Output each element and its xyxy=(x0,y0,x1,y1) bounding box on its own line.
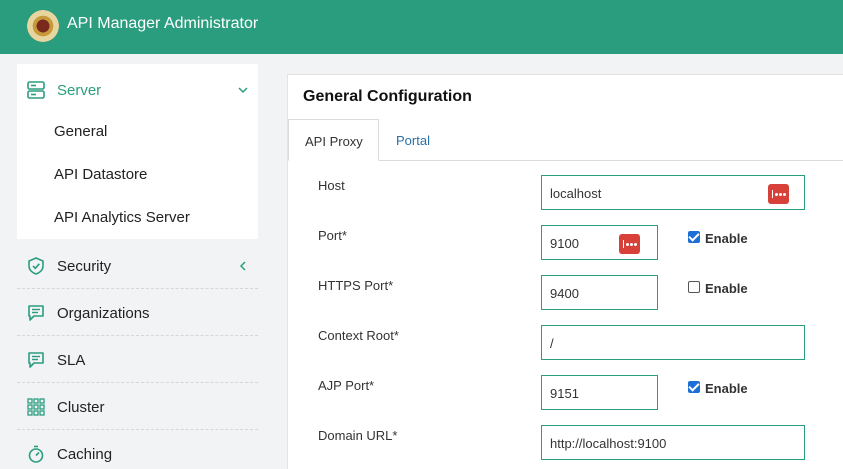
context-root-value: / xyxy=(550,336,554,351)
sidebar-item-label: Organizations xyxy=(57,305,150,322)
sidebar-subitem-api-analytics-server[interactable]: API Analytics Server xyxy=(54,209,190,226)
https-port-input[interactable]: 9400 xyxy=(541,275,658,310)
ajp-port-enable-checkbox[interactable] xyxy=(688,381,700,393)
password-manager-icon[interactable] xyxy=(768,184,789,204)
context-root-input[interactable]: / xyxy=(541,325,805,360)
context-root-label: Context Root* xyxy=(318,328,399,343)
port-value: 9100 xyxy=(550,236,579,251)
https-port-label: HTTPS Port* xyxy=(318,278,394,293)
domain-url-input[interactable]: http://localhost:9100 xyxy=(541,425,805,460)
tab-api-proxy[interactable]: API Proxy xyxy=(288,119,379,161)
port-enable-label: Enable xyxy=(705,231,748,246)
sidebar-item-label: Cluster xyxy=(57,399,105,416)
stopwatch-icon xyxy=(28,445,44,463)
state-seal-logo xyxy=(27,10,59,42)
tab-label: API Proxy xyxy=(305,134,363,149)
sidebar-item-label: Caching xyxy=(57,446,113,463)
https-port-enable-checkbox[interactable] xyxy=(688,281,700,293)
sidebar-item-cluster[interactable]: Cluster xyxy=(17,383,258,430)
domain-url-value: http://localhost:9100 xyxy=(550,436,667,451)
ajp-port-input[interactable]: 9151 xyxy=(541,375,658,410)
chat-icon xyxy=(28,305,44,321)
host-value: localhost xyxy=(550,186,602,201)
grid-icon xyxy=(27,398,45,416)
ajp-port-enable-label: Enable xyxy=(705,381,748,396)
sidebar-item-server[interactable]: Server xyxy=(17,66,258,113)
chevron-left-icon[interactable] xyxy=(238,261,248,271)
port-enable-checkbox[interactable] xyxy=(688,231,700,243)
sidebar-item-label: SLA xyxy=(57,352,86,369)
host-label: Host xyxy=(318,178,345,193)
tab-portal[interactable]: Portal xyxy=(396,133,430,148)
password-manager-icon[interactable] xyxy=(619,234,640,254)
top-bar: API Manager Administrator xyxy=(0,0,843,54)
sidebar-item-organizations[interactable]: Organizations xyxy=(17,289,258,336)
https-port-value: 9400 xyxy=(550,286,579,301)
sidebar-item-label: Server xyxy=(57,82,102,99)
port-input[interactable]: 9100 xyxy=(541,225,658,260)
ajp-port-label: AJP Port* xyxy=(318,378,375,393)
sidebar-item-security[interactable]: Security xyxy=(17,242,258,289)
page-title: General Configuration xyxy=(303,88,472,105)
https-port-enable-label: Enable xyxy=(705,281,748,296)
sidebar-subitem-general[interactable]: General xyxy=(54,123,107,140)
port-label: Port* xyxy=(318,228,347,243)
app-title: API Manager Administrator xyxy=(67,15,259,32)
host-input[interactable]: localhost xyxy=(541,175,805,210)
sidebar-item-sla[interactable]: SLA xyxy=(17,336,258,383)
sidebar-item-label: Security xyxy=(57,258,112,275)
server-menu-card: Server General API Datastore API Analyti… xyxy=(17,64,258,239)
sidebar-subitem-api-datastore[interactable]: API Datastore xyxy=(54,166,147,183)
sidebar-item-caching[interactable]: Caching xyxy=(17,430,258,469)
domain-url-label: Domain URL* xyxy=(318,428,398,443)
shield-icon xyxy=(28,257,44,275)
sidebar: Server General API Datastore API Analyti… xyxy=(17,64,258,469)
chat-icon xyxy=(28,352,44,368)
ajp-port-value: 9151 xyxy=(550,386,579,401)
server-icon xyxy=(27,81,45,99)
general-configuration-panel: General Configuration API Proxy Portal H… xyxy=(287,74,843,469)
chevron-down-icon[interactable] xyxy=(238,85,248,95)
